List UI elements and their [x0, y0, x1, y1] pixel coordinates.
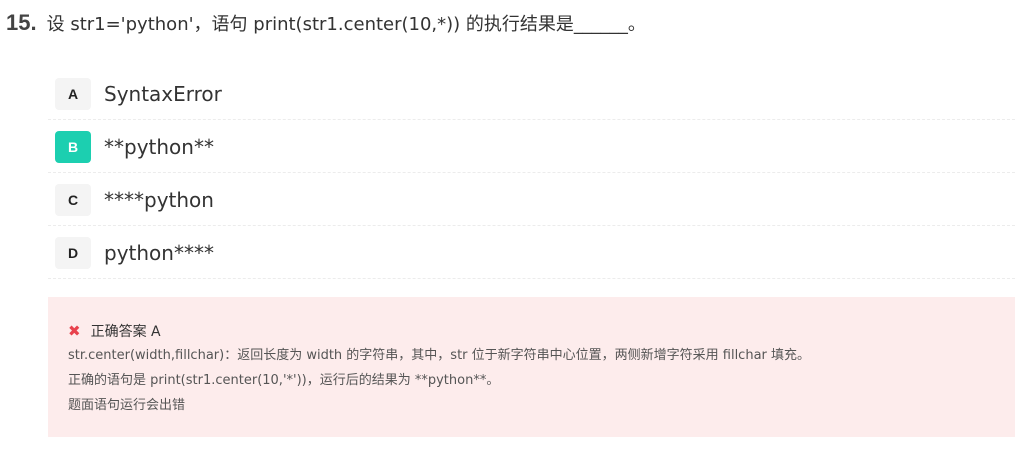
option-d[interactable]: D python**** — [48, 227, 1015, 279]
explanation-line: str.center(width,fillchar)：返回长度为 width 的… — [68, 348, 811, 363]
explanation-line: 题面语句运行会出错 — [68, 398, 186, 413]
option-list: A SyntaxError B **python** C ****python … — [48, 68, 1015, 279]
option-letter: D — [55, 236, 91, 269]
question-text: 设 str1='python'，语句 print(str1.center(10,… — [46, 14, 646, 35]
correct-answer-label: 正确答案 A — [90, 324, 161, 340]
close-icon: ✖ — [68, 321, 81, 340]
option-text: SyntaxError — [104, 81, 222, 106]
answer-panel: ✖ 正确答案 A str.center(width,fillchar)：返回长度… — [48, 297, 1015, 437]
option-b[interactable]: B **python** — [48, 121, 1015, 173]
question-number: 15. — [6, 10, 37, 35]
question: 15. 设 str1='python'，语句 print(str1.center… — [6, 8, 646, 38]
option-text: **python** — [104, 134, 214, 159]
option-letter: C — [55, 183, 91, 216]
option-text: ****python — [104, 187, 214, 212]
explanation-line: 正确的语句是 print(str1.center(10,'*'))，运行后的结果… — [68, 373, 500, 388]
option-c[interactable]: C ****python — [48, 174, 1015, 226]
answer-header: ✖ 正确答案 A — [68, 319, 995, 343]
option-letter: B — [55, 130, 91, 163]
option-text: python**** — [104, 240, 214, 265]
option-a[interactable]: A SyntaxError — [48, 68, 1015, 120]
option-letter: A — [55, 77, 91, 110]
